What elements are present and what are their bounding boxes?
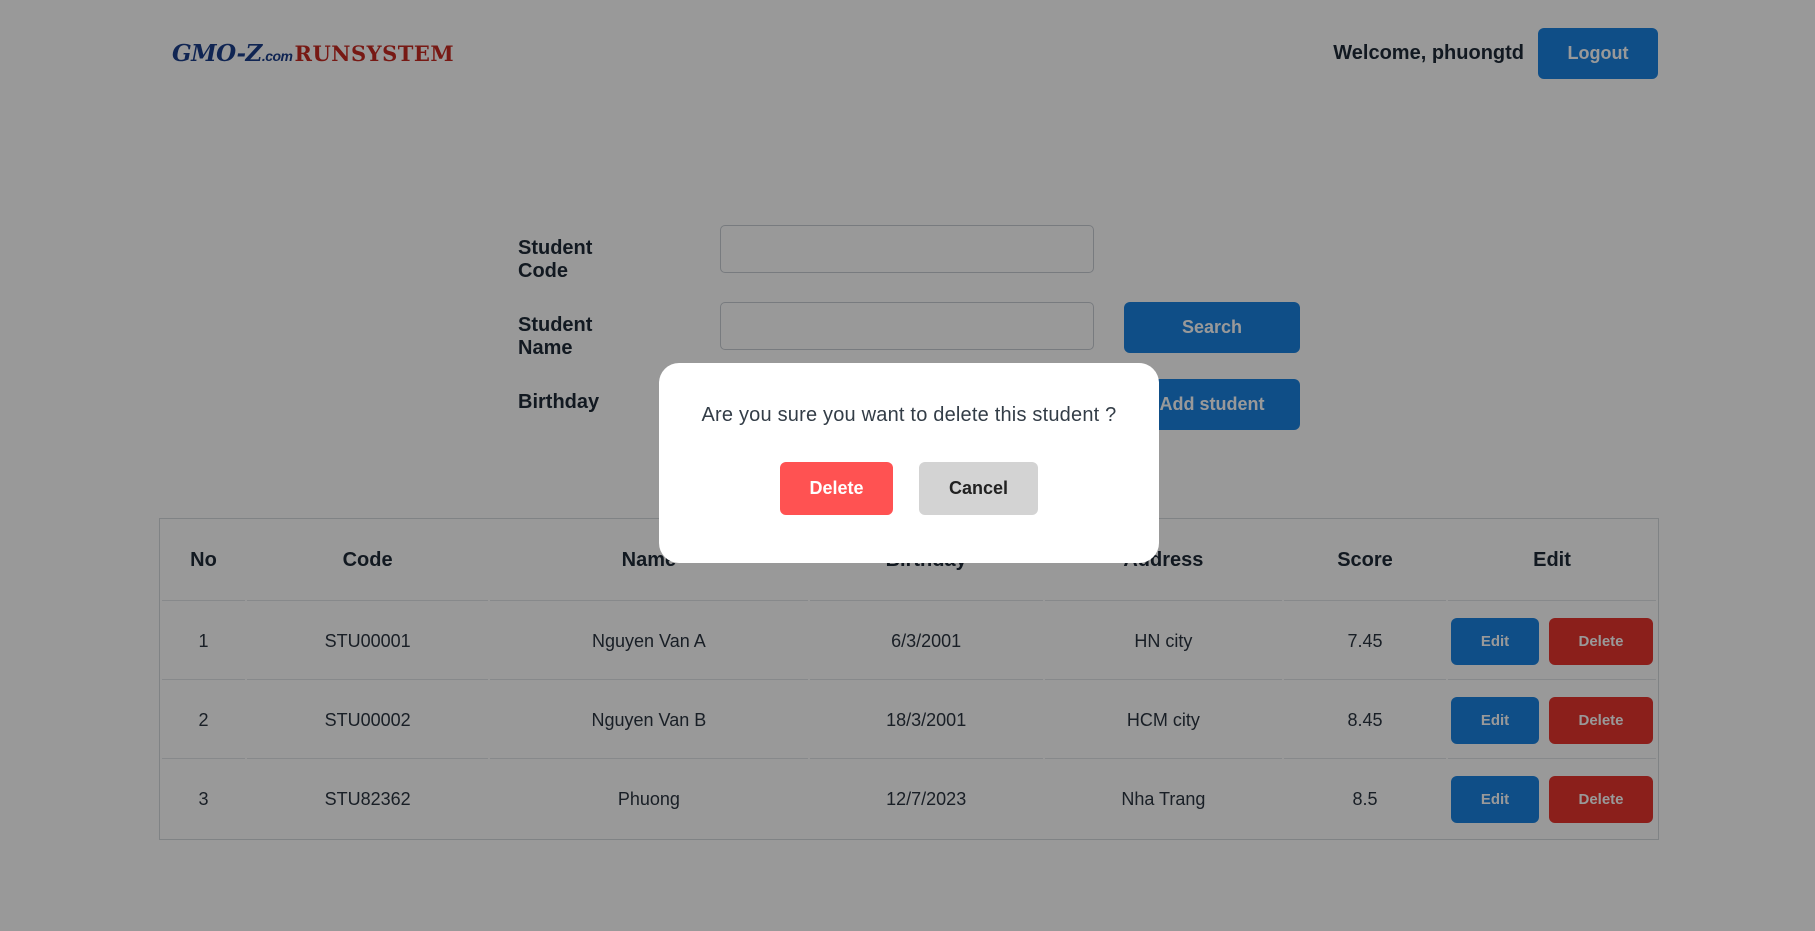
dialog-actions: Delete Cancel	[659, 462, 1159, 515]
confirm-delete-button[interactable]: Delete	[780, 462, 893, 515]
page: GMO-Z .com RUNSYSTEM Welcome, phuongtd L…	[0, 0, 1815, 931]
dialog-message: Are you sure you want to delete this stu…	[701, 404, 1117, 426]
delete-confirm-dialog: Are you sure you want to delete this stu…	[659, 363, 1159, 563]
cancel-button[interactable]: Cancel	[919, 462, 1038, 515]
